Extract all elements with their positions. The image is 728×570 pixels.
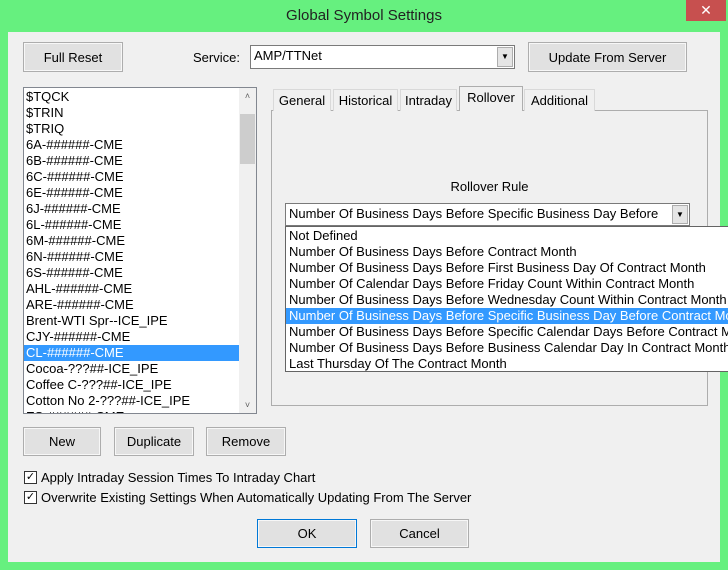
symbol-list-item[interactable]: CL-######-CME xyxy=(24,345,256,361)
update-from-server-button[interactable]: Update From Server xyxy=(528,42,687,72)
tab-intraday[interactable]: Intraday xyxy=(400,89,457,111)
symbol-list[interactable]: $TQCK $TRIN $TRIQ 6A-######-CME 6B-######-CM… xyxy=(23,87,257,414)
symbol-list-item[interactable]: Cocoa-???##-ICE_IPE xyxy=(24,361,256,377)
duplicate-button[interactable]: Duplicate xyxy=(114,427,194,456)
rollover-option[interactable]: Last Thursday Of The Contract Month xyxy=(286,356,728,372)
symbol-list-item[interactable]: 6A-######-CME xyxy=(24,137,256,153)
cancel-button[interactable]: Cancel xyxy=(370,519,469,548)
remove-button[interactable]: Remove xyxy=(206,427,286,456)
service-select[interactable]: AMP/TTNet ▼ xyxy=(250,45,515,69)
rollover-option[interactable]: Number Of Business Days Before Specific … xyxy=(286,308,728,324)
chevron-down-icon[interactable]: ▼ xyxy=(672,205,688,224)
symbol-list-item[interactable]: 6C-######-CME xyxy=(24,169,256,185)
service-value: AMP/TTNet xyxy=(254,48,322,63)
symbol-list-item[interactable]: $TRIN xyxy=(24,105,256,121)
scroll-up-icon[interactable]: ˄ xyxy=(239,88,256,104)
symbol-list-item[interactable]: 6M-######-CME xyxy=(24,233,256,249)
symbol-list-item[interactable]: 6B-######-CME xyxy=(24,153,256,169)
symbol-list-item[interactable]: Cotton No 2-???##-ICE_IPE xyxy=(24,393,256,409)
rollover-option[interactable]: Not Defined xyxy=(286,228,728,244)
rollover-option[interactable]: Number Of Calendar Days Before Friday Co… xyxy=(286,276,728,292)
symbol-list-item[interactable]: ES-######-CME xyxy=(24,409,256,413)
overwrite-label[interactable]: Overwrite Existing Settings When Automat… xyxy=(41,490,471,505)
apply-intraday-checkbox[interactable]: ✓ xyxy=(24,471,37,484)
rollover-option[interactable]: Number Of Business Days Before First Bus… xyxy=(286,260,728,276)
rollover-rule-select[interactable]: Number Of Business Days Before Specific … xyxy=(285,203,690,226)
rollover-option[interactable]: Number Of Business Days Before Business … xyxy=(286,340,728,356)
symbol-list-item[interactable]: $TQCK xyxy=(24,89,256,105)
rollover-rule-label: Rollover Rule xyxy=(450,179,529,194)
symbol-list-item[interactable]: $TRIQ xyxy=(24,121,256,137)
window-title: Global Symbol Settings xyxy=(286,7,442,24)
service-label: Service: xyxy=(193,50,240,65)
scrollbar[interactable]: ˄ ˅ xyxy=(239,88,256,413)
symbol-list-item[interactable]: CJY-######-CME xyxy=(24,329,256,345)
symbol-list-item[interactable]: 6L-######-CME xyxy=(24,217,256,233)
scrollbar-thumb[interactable] xyxy=(240,114,255,164)
symbol-list-item[interactable]: Brent-WTI Spr--ICE_IPE xyxy=(24,313,256,329)
symbol-list-item[interactable]: 6S-######-CME xyxy=(24,265,256,281)
tab-additional[interactable]: Additional xyxy=(524,89,595,111)
apply-intraday-label[interactable]: Apply Intraday Session Times To Intraday… xyxy=(41,470,315,485)
rollover-rule-value: Number Of Business Days Before Specific … xyxy=(289,206,659,221)
rollover-option[interactable]: Number Of Business Days Before Wednesday… xyxy=(286,292,728,308)
chevron-down-icon[interactable]: ▼ xyxy=(497,47,513,67)
symbol-list-item[interactable]: 6J-######-CME xyxy=(24,201,256,217)
tab-general[interactable]: General xyxy=(273,89,331,111)
symbol-list-item[interactable]: 6E-######-CME xyxy=(24,185,256,201)
close-button[interactable]: ✕ xyxy=(686,0,726,21)
full-reset-button[interactable]: Full Reset xyxy=(23,42,123,72)
tab-historical[interactable]: Historical xyxy=(333,89,398,111)
rollover-rule-dropdown: Not Defined Number Of Business Days Befor… xyxy=(285,226,728,372)
rollover-option[interactable]: Number Of Business Days Before Contract … xyxy=(286,244,728,260)
overwrite-checkbox[interactable]: ✓ xyxy=(24,491,37,504)
scroll-down-icon[interactable]: ˅ xyxy=(239,397,256,413)
rollover-option[interactable]: Number Of Business Days Before Specific … xyxy=(286,324,728,340)
symbol-list-item[interactable]: ARE-######-CME xyxy=(24,297,256,313)
symbol-list-item[interactable]: 6N-######-CME xyxy=(24,249,256,265)
new-button[interactable]: New xyxy=(23,427,101,456)
symbol-list-item[interactable]: AHL-######-CME xyxy=(24,281,256,297)
ok-button[interactable]: OK xyxy=(257,519,357,548)
tab-rollover[interactable]: Rollover xyxy=(459,86,523,111)
symbol-list-item[interactable]: Coffee C-???##-ICE_IPE xyxy=(24,377,256,393)
